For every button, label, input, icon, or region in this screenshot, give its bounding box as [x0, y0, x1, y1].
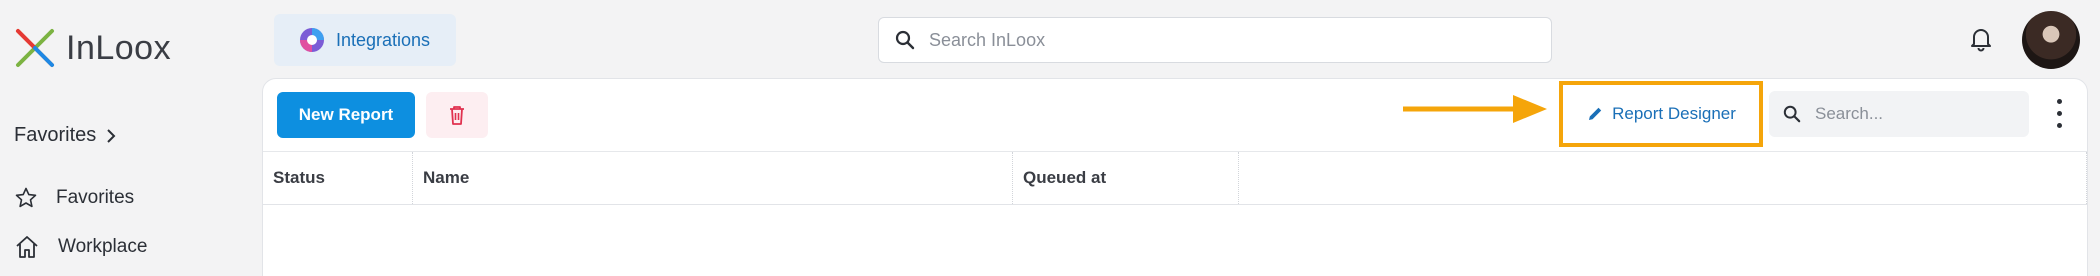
integrations-button[interactable]: Integrations: [274, 14, 456, 66]
column-header-status[interactable]: Status: [263, 152, 413, 204]
sidebar-item-label: Workplace: [58, 236, 148, 257]
pencil-icon: [1589, 107, 1602, 120]
integrations-label: Integrations: [336, 29, 431, 50]
global-search[interactable]: [878, 17, 1552, 63]
more-options-icon[interactable]: [2049, 95, 2069, 131]
report-designer-button[interactable]: Report Designer: [1559, 81, 1763, 147]
arrow-annotation-icon: [1403, 95, 1547, 123]
notification-bell-icon[interactable]: [1966, 24, 1996, 54]
report-designer-label: Report Designer: [1612, 104, 1736, 123]
favorites-header[interactable]: Favorites: [14, 124, 118, 147]
sidebar-item-label: Favorites: [56, 187, 135, 208]
app-logo[interactable]: InLoox: [14, 24, 171, 72]
table-header: Status Name Queued at: [263, 151, 2087, 205]
global-search-input[interactable]: [929, 29, 1509, 51]
reports-panel: New Report Report Designer Status Name Q…: [262, 78, 2088, 276]
new-report-button[interactable]: New Report: [277, 92, 415, 138]
integrations-icon: [300, 28, 324, 52]
star-icon: [15, 187, 37, 208]
search-icon: [895, 30, 915, 50]
home-icon: [16, 236, 38, 258]
chevron-right-icon: [107, 128, 116, 143]
inloox-logo-icon: [16, 29, 54, 67]
favorites-header-label: Favorites: [14, 124, 97, 146]
sidebar-item-favorites[interactable]: Favorites: [14, 186, 134, 210]
report-search[interactable]: [1769, 91, 2029, 137]
trash-icon: [450, 106, 464, 125]
search-icon: [1783, 105, 1801, 123]
column-header-queued-at[interactable]: Queued at: [1013, 152, 1239, 204]
user-avatar[interactable]: [2022, 11, 2080, 69]
column-header-empty: [1239, 152, 2087, 204]
delete-button[interactable]: [426, 92, 488, 138]
app-name: InLoox: [66, 28, 172, 67]
column-header-name[interactable]: Name: [413, 152, 1013, 204]
sidebar-item-workplace[interactable]: Workplace: [14, 234, 147, 260]
report-search-input[interactable]: [1815, 104, 2015, 124]
